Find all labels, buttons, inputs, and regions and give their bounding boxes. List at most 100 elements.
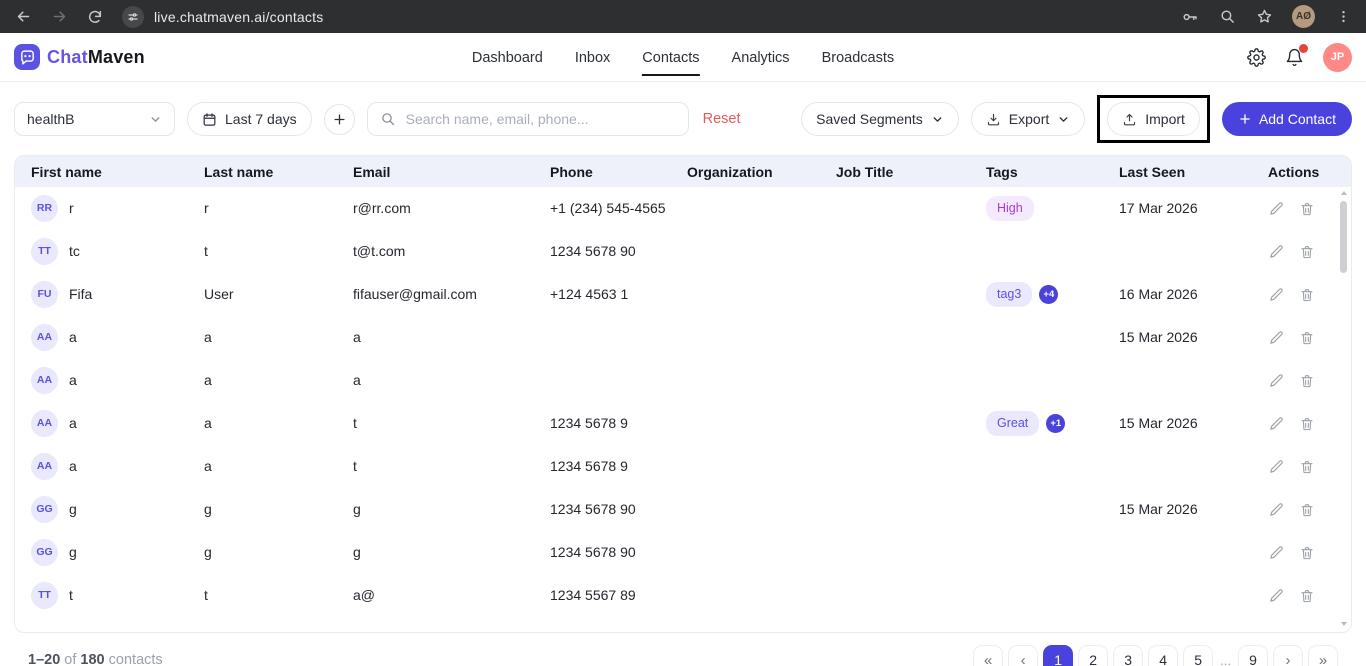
delete-trash-icon[interactable] xyxy=(1299,201,1315,217)
search-field-wrap[interactable] xyxy=(367,102,689,136)
date-filter-button[interactable]: Last 7 days xyxy=(187,102,312,136)
nav-tab-dashboard[interactable]: Dashboard xyxy=(472,33,543,82)
edit-pencil-icon[interactable] xyxy=(1268,501,1285,518)
browser-forward-icon[interactable] xyxy=(50,8,68,26)
cell-phone: 1234 5567 89 xyxy=(550,585,687,605)
column-header: First name xyxy=(31,164,204,180)
cell-actions xyxy=(1268,501,1343,518)
edit-pencil-icon[interactable] xyxy=(1268,587,1285,604)
add-filter-button[interactable] xyxy=(324,104,355,135)
cell-actions xyxy=(1268,544,1343,561)
bookmark-star-icon[interactable] xyxy=(1255,8,1273,26)
pagination-page-9[interactable]: 9 xyxy=(1238,645,1268,666)
scrollbar-thumb[interactable] xyxy=(1340,201,1347,273)
scrollbar-up-arrow[interactable] xyxy=(1341,191,1347,195)
contact-avatar: GG xyxy=(31,539,58,566)
delete-trash-icon[interactable] xyxy=(1299,502,1315,518)
edit-pencil-icon[interactable] xyxy=(1268,329,1285,346)
table-row: AA a a t 1234 5678 9 Great+1 15 Mar 2026 xyxy=(15,402,1351,445)
table-scrollbar[interactable] xyxy=(1338,189,1349,628)
import-button[interactable]: Import xyxy=(1107,102,1200,136)
cell-email: a xyxy=(353,370,550,390)
export-dropdown[interactable]: Export xyxy=(971,102,1085,136)
search-input[interactable] xyxy=(406,111,676,127)
nav-tab-inbox[interactable]: Inbox xyxy=(575,33,610,82)
address-bar[interactable]: live.chatmaven.ai/contacts xyxy=(154,9,323,25)
cell-first-name: RR r xyxy=(31,195,204,222)
contact-avatar: TT xyxy=(31,238,58,265)
cell-last-seen: 15 Mar 2026 xyxy=(1119,499,1268,519)
edit-pencil-icon[interactable] xyxy=(1268,415,1285,432)
pagination-page-1[interactable]: 1 xyxy=(1043,645,1073,666)
pagination-last-button[interactable]: » xyxy=(1308,645,1338,666)
tag-more-badge[interactable]: +4 xyxy=(1039,285,1058,304)
add-contact-button[interactable]: Add Contact xyxy=(1222,102,1352,136)
contact-avatar: AA xyxy=(31,410,58,437)
browser-menu-icon[interactable] xyxy=(1334,8,1352,26)
segment-select[interactable]: healthB xyxy=(14,102,175,136)
cell-phone: +1 (234) 545-4565 xyxy=(550,198,687,218)
export-label: Export xyxy=(1009,111,1049,127)
browser-back-icon[interactable] xyxy=(14,8,32,26)
notification-dot xyxy=(1299,44,1308,53)
delete-trash-icon[interactable] xyxy=(1299,287,1315,303)
column-header: Last name xyxy=(204,164,353,180)
nav-tab-contacts[interactable]: Contacts xyxy=(642,33,699,82)
edit-pencil-icon[interactable] xyxy=(1268,544,1285,561)
nav-tab-analytics[interactable]: Analytics xyxy=(732,33,790,82)
chevron-down-icon xyxy=(1057,113,1070,126)
edit-pencil-icon[interactable] xyxy=(1268,200,1285,217)
scrollbar-down-arrow[interactable] xyxy=(1341,622,1347,626)
cell-last-name: r xyxy=(204,198,353,218)
password-key-icon[interactable] xyxy=(1181,8,1199,26)
search-tabs-icon[interactable] xyxy=(1218,8,1236,26)
pagination-page-2[interactable]: 2 xyxy=(1078,645,1108,666)
column-header: Last Seen xyxy=(1119,164,1268,180)
cell-email: t xyxy=(353,456,550,476)
delete-trash-icon[interactable] xyxy=(1299,330,1315,346)
browser-reload-icon[interactable] xyxy=(86,8,104,26)
cell-email: r@rr.com xyxy=(353,198,550,218)
delete-trash-icon[interactable] xyxy=(1299,545,1315,561)
pagination-first-button[interactable]: « xyxy=(973,645,1003,666)
delete-trash-icon[interactable] xyxy=(1299,244,1315,260)
edit-pencil-icon[interactable] xyxy=(1268,372,1285,389)
user-avatar[interactable]: JP xyxy=(1323,43,1352,72)
cell-first-name: TT tc xyxy=(31,238,204,265)
tag-pill: High xyxy=(986,196,1034,220)
site-info-icon[interactable] xyxy=(122,6,144,28)
edit-pencil-icon[interactable] xyxy=(1268,458,1285,475)
edit-pencil-icon[interactable] xyxy=(1268,286,1285,303)
cell-last-seen: 15 Mar 2026 xyxy=(1119,327,1268,347)
tag-more-badge[interactable]: +1 xyxy=(1046,414,1065,433)
pagination-page-5[interactable]: 5 xyxy=(1183,645,1213,666)
reset-filters-link[interactable]: Reset xyxy=(703,111,741,127)
brand-name: ChatMaven xyxy=(47,47,145,68)
cell-phone: 1234 5678 9 xyxy=(550,413,687,433)
cell-phone: +124 4563 1 xyxy=(550,284,687,304)
settings-gear-icon[interactable] xyxy=(1247,48,1266,67)
pagination-page-4[interactable]: 4 xyxy=(1148,645,1178,666)
cell-actions xyxy=(1268,372,1343,389)
delete-trash-icon[interactable] xyxy=(1299,416,1315,432)
table-footer: 1–20 of 180 contacts «‹12345...9›» xyxy=(0,636,1366,666)
edit-pencil-icon[interactable] xyxy=(1268,243,1285,260)
saved-segments-dropdown[interactable]: Saved Segments xyxy=(801,102,959,136)
notifications-bell-icon[interactable] xyxy=(1285,48,1304,67)
brand-logo[interactable]: ChatMaven xyxy=(14,44,145,70)
pagination-page-3[interactable]: 3 xyxy=(1113,645,1143,666)
cell-first-name: FU Fifa xyxy=(31,281,204,308)
import-highlight-box: Import xyxy=(1097,95,1210,143)
delete-trash-icon[interactable] xyxy=(1299,459,1315,475)
browser-profile-avatar[interactable]: AØ xyxy=(1292,5,1315,28)
cell-phone: 1234 5678 9 xyxy=(550,456,687,476)
delete-trash-icon[interactable] xyxy=(1299,588,1315,604)
download-icon xyxy=(986,112,1001,127)
cell-actions xyxy=(1268,458,1343,475)
pagination-prev-button[interactable]: ‹ xyxy=(1008,645,1038,666)
cell-last-name: g xyxy=(204,542,353,562)
first-name-text: tc xyxy=(69,241,80,261)
nav-tab-broadcasts[interactable]: Broadcasts xyxy=(822,33,895,82)
delete-trash-icon[interactable] xyxy=(1299,373,1315,389)
pagination-next-button[interactable]: › xyxy=(1273,645,1303,666)
